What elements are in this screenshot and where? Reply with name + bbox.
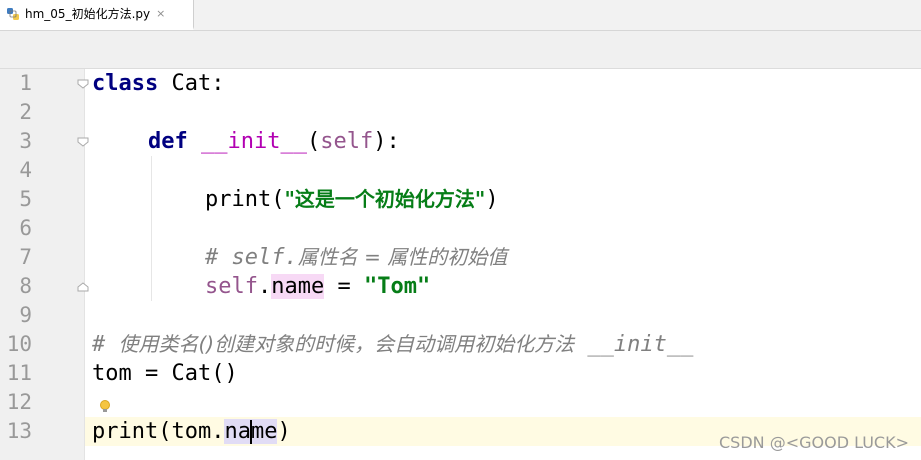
editor-tab-bar: hm_05_初始化方法.py × [0, 0, 921, 31]
line-number: 3 [19, 129, 32, 153]
string-literal: "这是一个初始化方法" [284, 187, 486, 211]
code-text: ( [306, 129, 321, 154]
code-text: print( [205, 187, 285, 212]
code-line[interactable]: print("这是一个初始化方法") [85, 185, 921, 214]
line-number: 2 [19, 100, 32, 124]
line-number-gutter: 1 2 3 4 5 6 7 8 9 10 11 12 13 [0, 69, 89, 460]
close-icon[interactable]: × [156, 7, 165, 20]
line-number: 5 [19, 187, 32, 211]
python-file-icon [7, 7, 19, 20]
code-line[interactable]: tom = Cat() [85, 359, 921, 388]
line-number: 10 [6, 332, 32, 356]
code-text: = [324, 274, 364, 299]
lightbulb-icon[interactable] [99, 399, 111, 415]
string-literal: "Tom" [363, 274, 431, 299]
comment: # self. [205, 245, 298, 270]
line-number: 11 [6, 361, 32, 385]
comment: 使用类名()创建对象的时候，会自动调用初始化方法 [118, 332, 575, 356]
line-number: 8 [19, 274, 32, 298]
self-param: self [320, 129, 374, 154]
magic-method: __init__ [201, 129, 307, 154]
file-tab-label: hm_05_初始化方法.py [25, 7, 151, 21]
line-number: 4 [19, 158, 32, 182]
code-editor[interactable]: class Cat: def __init__(self): print("这是… [85, 69, 921, 460]
keyword: class [92, 71, 159, 96]
attribute-highlight: name [271, 274, 325, 299]
breadcrumb-bar [0, 31, 921, 69]
code-text: ) [277, 419, 291, 444]
comment: 属性名 = 属性的初始值 [297, 245, 508, 269]
self-ref: self [205, 274, 258, 299]
code-text: print(tom. [92, 419, 225, 444]
line-number: 7 [19, 245, 32, 269]
line-number: 13 [6, 419, 32, 443]
code-text: tom = Cat() [92, 361, 238, 386]
line-number: 1 [19, 71, 32, 95]
comment: # [92, 332, 119, 357]
code-text: Cat: [158, 71, 225, 96]
line-number: 12 [6, 390, 32, 414]
code-text: ): [373, 129, 400, 154]
code-line[interactable]: # 使用类名()创建对象的时候，会自动调用初始化方法 __init__ [85, 330, 921, 359]
keyword: def [148, 129, 188, 154]
watermark: CSDN @<GOOD LUCK> [719, 433, 909, 452]
code-line[interactable]: self.name = "Tom" [85, 272, 921, 301]
code-line[interactable]: def __init__(self): [85, 127, 921, 156]
code-line[interactable]: class Cat: [85, 69, 921, 98]
code-text: . [257, 274, 272, 299]
file-tab[interactable]: hm_05_初始化方法.py × [0, 0, 194, 30]
code-line[interactable]: # self.属性名 = 属性的初始值 [85, 243, 921, 272]
line-number: 6 [19, 216, 32, 240]
attribute-highlight: name [224, 419, 278, 444]
code-text: ) [485, 187, 499, 212]
line-number: 9 [19, 303, 32, 327]
comment: __init__ [574, 332, 694, 357]
